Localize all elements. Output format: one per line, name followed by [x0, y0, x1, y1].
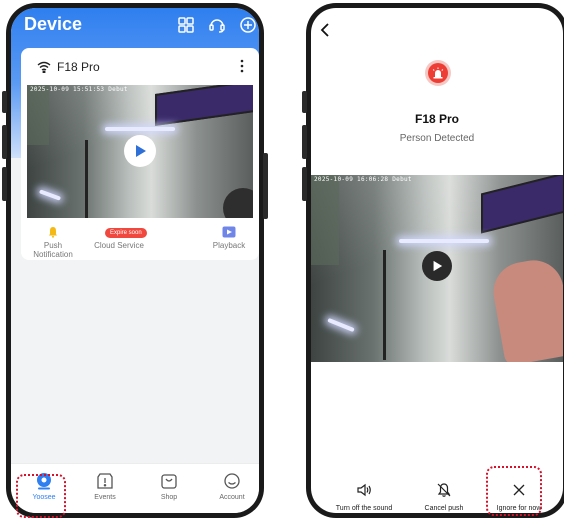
video-preview[interactable]: 2025-10-09 15:51:53 Debut	[27, 85, 253, 218]
video-scene	[223, 188, 253, 218]
video-scene	[38, 189, 62, 201]
video-scene	[383, 250, 386, 360]
push-notification-label: Notification	[33, 250, 73, 259]
playback-label: Playback	[212, 241, 246, 250]
device-name: F18 Pro	[57, 60, 100, 74]
power-button	[2, 167, 7, 201]
video-scene	[327, 317, 355, 333]
push-notification-button[interactable]: Push Notification	[31, 226, 75, 259]
nav-label: Events	[94, 494, 116, 501]
turn-off-sound-button[interactable]: Turn off the sound	[327, 482, 401, 513]
events-icon	[97, 473, 113, 489]
video-timestamp: 2025-10-09 15:51:53 Debut	[30, 86, 128, 93]
event-video[interactable]: 2025-10-09 16:06:28 Debut	[311, 175, 563, 362]
video-scene	[27, 85, 49, 145]
highlight-box	[16, 474, 66, 518]
phone-left: Device F18 Pro 2025-10-09 15:51:53 Debut…	[2, 3, 268, 518]
nav-label: Shop	[160, 494, 178, 501]
page-title: Device	[24, 14, 83, 34]
shop-icon	[161, 474, 177, 489]
nav-item-shop[interactable]: Shop	[144, 472, 194, 501]
play-icon	[433, 260, 443, 272]
nav-item-events[interactable]: Events	[80, 472, 130, 501]
volume-button	[2, 125, 7, 159]
volume-button	[302, 91, 307, 113]
event-type: Person Detected	[399, 133, 475, 144]
highlight-box	[486, 466, 542, 516]
add-icon[interactable]	[239, 16, 257, 34]
grid-icon[interactable]	[177, 16, 195, 34]
device-list-screen: Device F18 Pro 2025-10-09 15:51:53 Debut…	[11, 8, 259, 513]
video-scene	[399, 239, 489, 243]
push-notification-label: Push	[43, 241, 63, 250]
back-icon[interactable]	[319, 22, 331, 38]
cancel-push-button[interactable]: Cancel push notifications	[407, 482, 481, 513]
device-card[interactable]: F18 Pro 2025-10-09 15:51:53 Debut Push N…	[21, 48, 259, 260]
video-scene	[481, 175, 563, 234]
device-name: F18 Pro	[414, 112, 459, 126]
play-button[interactable]	[422, 251, 452, 281]
volume-button	[2, 91, 7, 113]
account-icon	[224, 473, 240, 489]
play-button[interactable]	[124, 135, 156, 167]
video-scene	[488, 255, 563, 362]
volume-button	[302, 125, 307, 159]
cloud-service-label: Cloud Service	[94, 241, 144, 250]
video-scene	[105, 127, 175, 131]
nav-label: Account	[219, 494, 245, 501]
side-button	[263, 153, 268, 219]
play-icon	[136, 145, 146, 157]
playback-button[interactable]: Playback	[207, 226, 251, 250]
alarm-icon	[425, 60, 451, 86]
nav-item-account[interactable]: Account	[207, 472, 257, 501]
power-button	[302, 167, 307, 201]
cancel-push-label: Cancel push	[424, 505, 464, 512]
expire-badge: Expire soon	[105, 228, 147, 238]
more-options-icon[interactable]	[235, 58, 249, 74]
video-timestamp: 2025-10-09 16:06:28 Debut	[314, 176, 412, 183]
headset-icon[interactable]	[208, 16, 226, 34]
device-name-row: F18 Pro	[37, 60, 100, 74]
alert-detail-screen: F18 Pro Person Detected 2025-10-09 16:06…	[311, 8, 563, 513]
bell-icon	[49, 227, 57, 238]
wifi-icon	[37, 61, 51, 73]
phone-right: F18 Pro Person Detected 2025-10-09 16:06…	[302, 3, 564, 518]
video-scene	[155, 85, 253, 127]
speaker-icon	[357, 483, 371, 497]
video-scene	[85, 140, 88, 218]
playback-icon	[222, 226, 236, 238]
video-scene	[311, 175, 339, 265]
turn-off-sound-label: Turn off the sound	[335, 505, 393, 512]
bell-off-icon	[437, 483, 451, 497]
